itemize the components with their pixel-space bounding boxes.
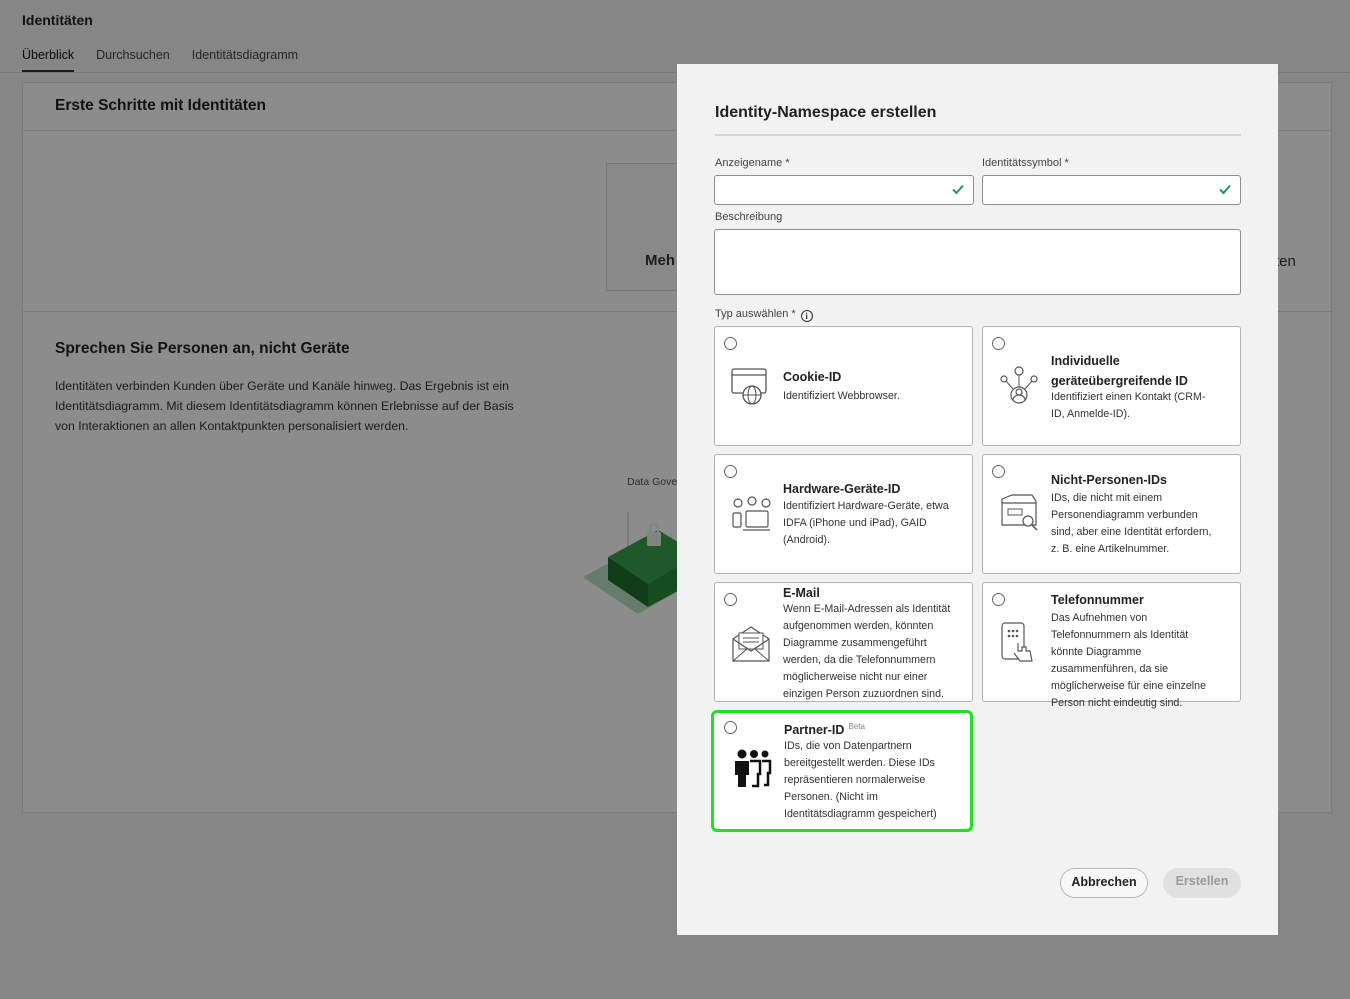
valid-checkmark-icon bbox=[1219, 184, 1231, 195]
type-description: Wenn E-Mail-Adressen als Identität aufge… bbox=[783, 603, 951, 700]
info-icon[interactable]: i bbox=[800, 310, 813, 322]
dialog-title-divider bbox=[715, 134, 1241, 136]
type-title: Partner-ID Beta bbox=[784, 717, 865, 740]
type-description: IDs, die von Datenpartnern bereitgestell… bbox=[784, 740, 937, 820]
type-select-label: Typ auswählen * i bbox=[715, 308, 813, 322]
type-title: Telefonnummer bbox=[1051, 593, 1144, 607]
display-name-field[interactable] bbox=[714, 175, 974, 205]
required-marker: * bbox=[1064, 157, 1069, 169]
type-radio[interactable] bbox=[724, 337, 737, 350]
beta-badge: Beta bbox=[848, 722, 865, 731]
type-description: Identifiziert einen Kontakt (CRM-ID, Anm… bbox=[1051, 391, 1206, 420]
cross-device-icon bbox=[1000, 366, 1038, 404]
display-name-label: Anzeigename * bbox=[715, 157, 790, 169]
type-radio[interactable] bbox=[992, 337, 1005, 350]
type-card-email[interactable]: E-Mail Wenn E-Mail-Adressen als Identitä… bbox=[714, 582, 973, 702]
product-box-icon bbox=[1001, 494, 1038, 531]
phone-touch-icon bbox=[1001, 622, 1033, 662]
partner-id-title: Partner-ID bbox=[784, 723, 845, 738]
type-card-non-people-ids[interactable]: Nicht-Personen-IDs IDs, die nicht mit ei… bbox=[982, 454, 1241, 574]
type-title: Individuelle geräteübergreifende ID bbox=[1051, 354, 1188, 388]
email-envelope-icon bbox=[732, 626, 770, 662]
create-button[interactable]: Erstellen bbox=[1163, 868, 1241, 898]
hardware-devices-icon bbox=[732, 496, 771, 531]
type-description: Das Aufnehmen von Telefonnummern als Ide… bbox=[1051, 612, 1207, 709]
web-browser-icon bbox=[731, 368, 767, 405]
people-group-icon bbox=[735, 749, 772, 788]
valid-checkmark-icon bbox=[952, 184, 964, 195]
type-radio[interactable] bbox=[724, 465, 737, 478]
type-description: Identifiziert Webbrowser. bbox=[783, 390, 900, 402]
required-marker: * bbox=[785, 157, 790, 169]
type-card-partner-id[interactable]: Partner-ID Beta IDs, die von Datenpartner… bbox=[711, 710, 973, 832]
type-title: Nicht-Personen-IDs bbox=[1051, 473, 1167, 487]
type-title: Hardware-Geräte-ID bbox=[783, 482, 901, 496]
required-marker: * bbox=[791, 308, 796, 320]
type-radio[interactable] bbox=[992, 465, 1005, 478]
type-card-cookie-id[interactable]: Cookie-ID Identifiziert Webbrowser. bbox=[714, 326, 973, 446]
description-label: Beschreibung bbox=[715, 211, 783, 223]
type-select-label-text: Typ auswählen bbox=[715, 308, 789, 320]
identity-symbol-label-text: Identitätssymbol bbox=[982, 157, 1062, 169]
type-title: E-Mail bbox=[783, 586, 820, 600]
display-name-label-text: Anzeigename bbox=[715, 157, 783, 169]
type-radio[interactable] bbox=[724, 593, 737, 606]
dialog-title: Identity-Namespace erstellen bbox=[715, 104, 937, 121]
create-namespace-dialog: Identity-Namespace erstellen Anzeigename… bbox=[677, 64, 1278, 935]
identity-symbol-field[interactable] bbox=[982, 175, 1241, 205]
identity-symbol-label: Identitätssymbol * bbox=[982, 157, 1069, 169]
description-textarea[interactable] bbox=[714, 229, 1241, 295]
type-radio[interactable] bbox=[724, 721, 737, 734]
type-radio[interactable] bbox=[992, 593, 1005, 606]
type-card-phone-number[interactable]: Telefonnummer Das Aufnehmen von Telefonn… bbox=[982, 582, 1241, 709]
type-card-cross-device-id[interactable]: Individuelle geräteübergreifende ID Iden… bbox=[982, 326, 1241, 446]
type-title: Cookie-ID bbox=[783, 370, 842, 384]
type-description: Identifiziert Hardware-Geräte, etwa IDFA… bbox=[783, 500, 949, 546]
type-description: IDs, die nicht mit einem Personendiagram… bbox=[1051, 492, 1212, 555]
type-card-hardware-device-id[interactable]: Hardware-Geräte-ID Identifiziert Hardwar… bbox=[714, 454, 973, 574]
cancel-button[interactable]: Abbrechen bbox=[1060, 868, 1148, 898]
